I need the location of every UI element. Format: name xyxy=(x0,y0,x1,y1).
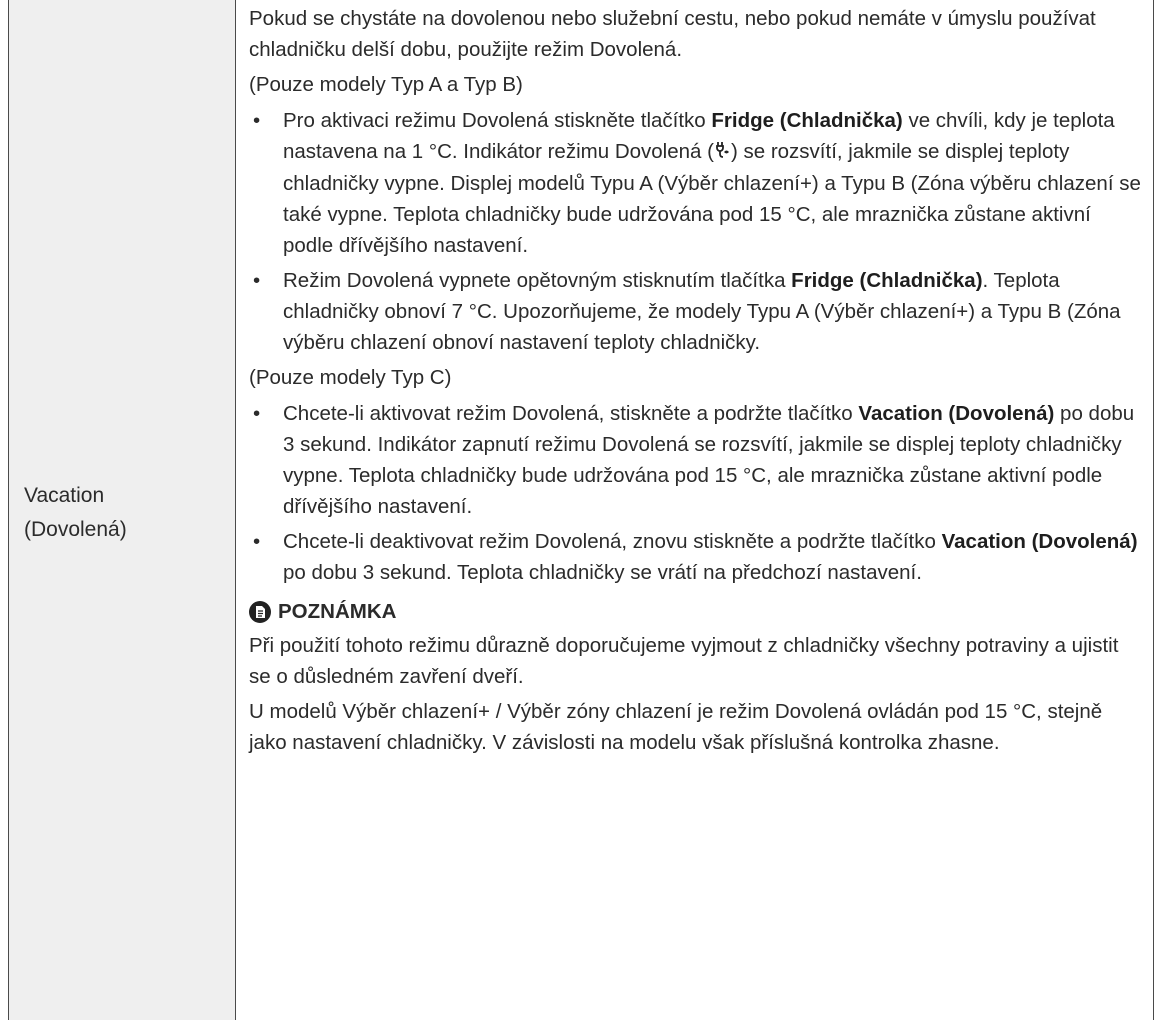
bullet-text: po dobu 3 sekund. Teplota chladničky se … xyxy=(283,561,922,584)
note-heading: POZNÁMKA xyxy=(249,600,1141,624)
feature-label-cell: Vacation (Dovolená) xyxy=(9,0,236,1020)
feature-label: Vacation (Dovolená) xyxy=(24,479,127,547)
button-name: Vacation (Dovolená) xyxy=(941,530,1138,553)
bullet-text: Chcete-li aktivovat režim Dovolená, stis… xyxy=(283,402,859,425)
list-item: Pro aktivaci režimu Dovolená stiskněte t… xyxy=(249,105,1141,261)
note-icon xyxy=(249,601,271,623)
section-heading-type-ab: (Pouze modely Typ A a Typ B) xyxy=(249,73,523,96)
feature-description-cell: Pokud se chystáte na dovolenou nebo služ… xyxy=(236,0,1153,1020)
bullet-text: Režim Dovolená vypnete opětovným stisknu… xyxy=(283,269,792,292)
list-item: Chcete-li aktivovat režim Dovolená, stis… xyxy=(249,398,1141,522)
button-name: Vacation (Dovolená) xyxy=(858,402,1055,425)
section-heading-type-c: (Pouze modely Typ C) xyxy=(249,366,452,389)
bullet-text: Chcete-li deaktivovat režim Dovolená, zn… xyxy=(283,530,942,553)
vacation-mode-icon xyxy=(714,137,731,168)
button-name: Fridge (Chladnička) xyxy=(711,109,903,132)
bullet-text: Pro aktivaci režimu Dovolená stiskněte t… xyxy=(283,109,712,132)
bullet-list-type-ab: Pro aktivaci režimu Dovolená stiskněte t… xyxy=(249,105,1141,358)
list-item: Chcete-li deaktivovat režim Dovolená, zn… xyxy=(249,526,1141,588)
note-paragraph: U modelů Výběr chlazení+ / Výběr zóny ch… xyxy=(249,700,1103,754)
feature-label-line2: (Dovolená) xyxy=(24,518,127,541)
note-title: POZNÁMKA xyxy=(278,600,397,623)
bullet-list-type-c: Chcete-li aktivovat režim Dovolená, stis… xyxy=(249,398,1141,588)
feature-table-row: Vacation (Dovolená) Pokud se chystáte na… xyxy=(8,0,1154,1020)
button-name: Fridge (Chladnička) xyxy=(791,269,983,292)
feature-label-line1: Vacation xyxy=(24,484,105,507)
intro-paragraph: Pokud se chystáte na dovolenou nebo služ… xyxy=(249,7,1096,61)
note-paragraph: Při použití tohoto režimu důrazně doporu… xyxy=(249,634,1119,688)
list-item: Režim Dovolená vypnete opětovným stisknu… xyxy=(249,265,1141,358)
